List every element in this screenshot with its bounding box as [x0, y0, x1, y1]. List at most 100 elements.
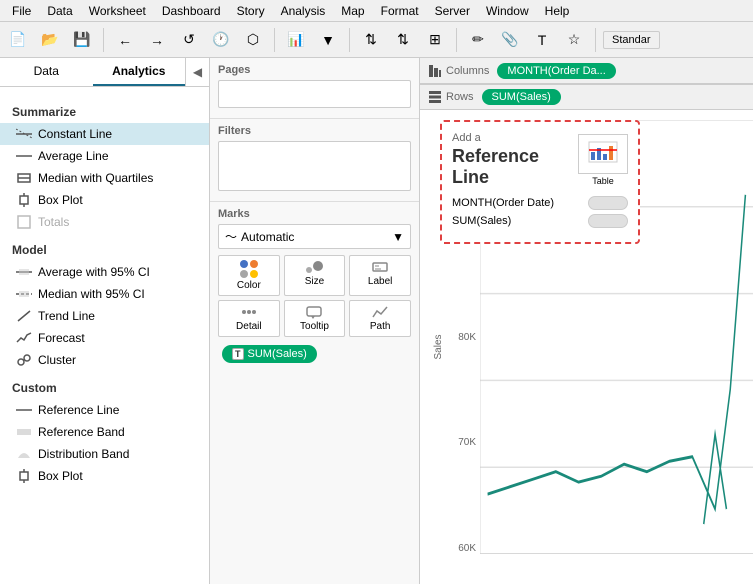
sidebar-item-cluster[interactable]: Cluster	[0, 349, 209, 371]
star-btn[interactable]: ☆	[560, 26, 588, 54]
marks-tooltip-btn[interactable]: Tooltip	[284, 300, 346, 337]
custom-box-plot-label: Box Plot	[38, 469, 83, 483]
menu-help[interactable]: Help	[537, 2, 578, 20]
chart-btn2[interactable]: ▼	[314, 26, 342, 54]
sidebar-item-distribution-band[interactable]: Distribution Band	[0, 443, 209, 465]
sum-sales-pill[interactable]: T SUM(Sales)	[222, 345, 317, 363]
menu-dashboard[interactable]: Dashboard	[154, 2, 229, 20]
open-button[interactable]: 📂	[36, 26, 64, 54]
refresh-button[interactable]: ↺	[175, 26, 203, 54]
menu-window[interactable]: Window	[478, 2, 537, 20]
forecast-label: Forecast	[38, 331, 85, 345]
pin-btn[interactable]: 📎	[496, 26, 524, 54]
pen-btn[interactable]: ✏	[464, 26, 492, 54]
sidebar-item-box-plot[interactable]: Box Plot	[0, 189, 209, 211]
sidebar-item-totals[interactable]: Totals	[0, 211, 209, 233]
chart-btn1[interactable]: 📊	[282, 26, 310, 54]
tooltip-icon	[305, 305, 323, 319]
sidebar-item-avg-95ci[interactable]: Average with 95% CI	[0, 261, 209, 283]
cluster-label: Cluster	[38, 353, 76, 367]
redo-button[interactable]: →	[143, 26, 171, 54]
color-dots	[240, 260, 258, 278]
filters-dropzone[interactable]	[218, 141, 411, 191]
path-icon	[371, 305, 389, 319]
rows-label: Rows	[446, 91, 474, 103]
avg-95ci-icon	[16, 264, 32, 280]
sidebar-collapse-btn[interactable]: ◀	[185, 58, 209, 86]
rows-pill[interactable]: SUM(Sales)	[482, 89, 561, 105]
median-95ci-icon	[16, 286, 32, 302]
format-btn[interactable]: ⊞	[421, 26, 449, 54]
save-button[interactable]: 💾	[68, 26, 96, 54]
box-plot-icon	[16, 192, 32, 208]
pages-dropzone[interactable]	[218, 80, 411, 108]
chart-area: Columns MONTH(Order Da... Rows SUM(Sales…	[420, 58, 753, 584]
dialog-toggle1[interactable]	[588, 196, 628, 210]
columns-shelf: Columns MONTH(Order Da...	[420, 58, 753, 84]
menu-story[interactable]: Story	[229, 2, 273, 20]
sidebar-item-trend-line[interactable]: Trend Line	[0, 305, 209, 327]
dialog-field1-label: MONTH(Order Date)	[452, 197, 554, 209]
dot-blue	[240, 260, 248, 268]
menu-map[interactable]: Map	[333, 2, 372, 20]
sidebar-item-median-quartiles[interactable]: Median with Quartiles	[0, 167, 209, 189]
marks-type-dropdown[interactable]: 〜 Automatic ▼	[218, 224, 411, 249]
model-header: Model	[0, 239, 209, 261]
menu-format[interactable]: Format	[373, 2, 427, 20]
totals-label: Totals	[38, 215, 69, 229]
pages-label: Pages	[218, 64, 411, 76]
sidebar-item-median-95ci[interactable]: Median with 95% CI	[0, 283, 209, 305]
sidebar-item-constant-line[interactable]: Constant Line	[0, 123, 209, 145]
menu-file[interactable]: File	[4, 2, 39, 20]
text-btn[interactable]: T	[528, 26, 556, 54]
sort-asc[interactable]: ⇅	[357, 26, 385, 54]
connect-button[interactable]: ⬡	[239, 26, 267, 54]
marks-label-btn[interactable]: Label	[349, 255, 411, 296]
sort-desc[interactable]: ⇅	[389, 26, 417, 54]
average-line-icon	[16, 148, 32, 164]
history-button[interactable]: 🕐	[207, 26, 235, 54]
undo-button[interactable]: ←	[111, 26, 139, 54]
sidebar-item-forecast[interactable]: Forecast	[0, 327, 209, 349]
y-60k: 60K	[458, 543, 476, 554]
trend-line-label: Trend Line	[38, 309, 95, 323]
middle-panel: Pages Filters Marks 〜 Automatic ▼	[210, 58, 420, 584]
main-container: Data Analytics ◀ Summarize Constant Line…	[0, 58, 753, 584]
pages-section: Pages	[210, 58, 419, 119]
view-badge[interactable]: Standar	[603, 31, 660, 49]
tab-data[interactable]: Data	[0, 58, 93, 86]
summarize-header: Summarize	[0, 101, 209, 123]
filters-label: Filters	[218, 125, 411, 137]
custom-box-plot-icon	[16, 468, 32, 484]
marks-path-btn[interactable]: Path	[349, 300, 411, 337]
columns-pill[interactable]: MONTH(Order Da...	[497, 63, 615, 79]
dialog-toggle2[interactable]	[588, 214, 628, 228]
menu-analysis[interactable]: Analysis	[273, 2, 334, 20]
trend-line-icon	[16, 308, 32, 324]
detail-icon	[240, 305, 258, 319]
columns-label-icon: Columns	[428, 64, 489, 78]
sidebar-item-average-line[interactable]: Average Line	[0, 145, 209, 167]
median-95ci-label: Median with 95% CI	[38, 287, 145, 301]
distribution-band-label: Distribution Band	[38, 447, 129, 461]
sidebar-item-reference-line[interactable]: Reference Line	[0, 399, 209, 421]
menu-data[interactable]: Data	[39, 2, 80, 20]
size-label: Size	[305, 276, 324, 287]
y-80k: 80K	[458, 332, 476, 343]
marks-detail-btn[interactable]: Detail	[218, 300, 280, 337]
sep3	[349, 28, 350, 52]
marks-label: Marks	[218, 208, 411, 220]
marks-size-btn[interactable]: Size	[284, 255, 346, 296]
sidebar-item-custom-box-plot[interactable]: Box Plot	[0, 465, 209, 487]
menu-worksheet[interactable]: Worksheet	[81, 2, 154, 20]
marks-color-btn[interactable]: Color	[218, 255, 280, 296]
sum-sales-label: SUM(Sales)	[248, 348, 307, 360]
dot-gray	[240, 270, 248, 278]
menu-server[interactable]: Server	[427, 2, 478, 20]
tab-analytics[interactable]: Analytics	[93, 58, 186, 86]
sidebar-item-reference-band[interactable]: Reference Band	[0, 421, 209, 443]
columns-label: Columns	[446, 65, 489, 77]
new-button[interactable]: 📄	[4, 26, 32, 54]
reference-line-dialog: Add a Reference Line	[440, 120, 640, 244]
forecast-icon	[16, 330, 32, 346]
